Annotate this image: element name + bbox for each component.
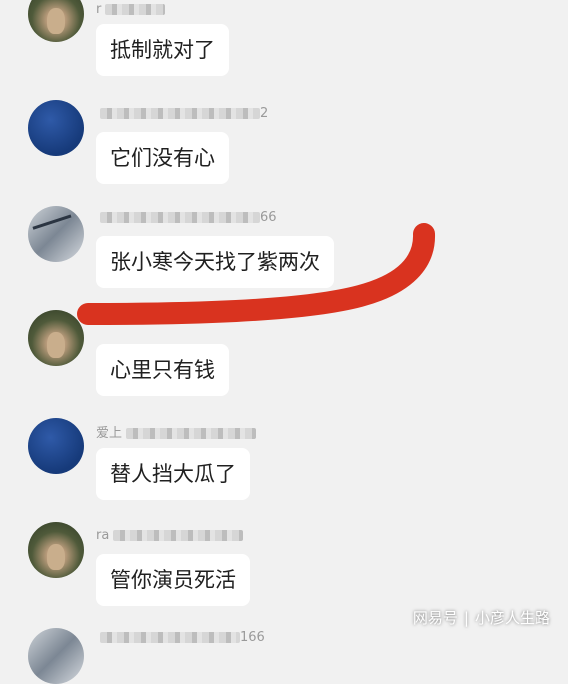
scribble-path — [77, 223, 435, 325]
red-annotation-stroke — [77, 223, 435, 325]
watermark-source: 网易号 — [412, 609, 458, 627]
watermark-author: 小彦人生路 — [474, 609, 550, 627]
watermark-separator: | — [463, 609, 469, 627]
watermark: 网易号 | 小彦人生路 — [413, 607, 550, 628]
